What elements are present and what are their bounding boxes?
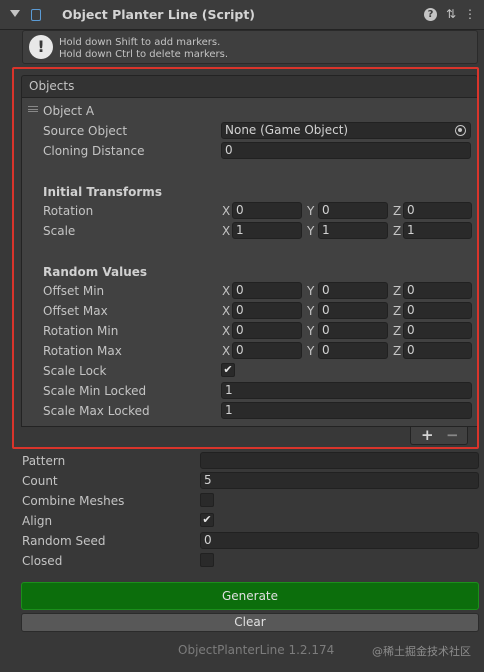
kebab-menu-icon[interactable]: ⋮ — [463, 7, 477, 21]
help-text-ctrl: Hold down Ctrl to delete markers. — [59, 49, 229, 60]
component-header: Object Planter Line (Script) ? ⇅ ⋮ — [0, 0, 484, 30]
closed-label: Closed — [22, 554, 63, 568]
pattern-field[interactable] — [200, 452, 479, 469]
pattern-label: Pattern — [22, 454, 66, 468]
generate-button[interactable]: Generate — [21, 582, 479, 610]
info-helpbox: ! Hold down Shift to add markers. Hold d… — [22, 30, 478, 64]
count-label: Count — [22, 474, 58, 488]
highlight-outline — [12, 67, 479, 449]
help-icon[interactable]: ? — [424, 8, 437, 21]
checkmark-icon: ✔ — [202, 513, 212, 526]
version-label: ObjectPlanterLine 1.2.174 — [178, 643, 335, 657]
random-seed-label: Random Seed — [22, 534, 106, 548]
clear-button[interactable]: Clear — [21, 613, 479, 632]
component-title: Object Planter Line (Script) — [62, 7, 256, 22]
foldout-arrow-icon[interactable] — [10, 10, 20, 17]
closed-checkbox[interactable] — [200, 553, 214, 567]
combine-meshes-checkbox[interactable] — [200, 493, 214, 507]
align-checkbox[interactable]: ✔ — [200, 513, 214, 527]
script-icon — [31, 9, 41, 21]
combine-meshes-label: Combine Meshes — [22, 494, 125, 508]
info-icon: ! — [29, 35, 53, 59]
presets-icon[interactable]: ⇅ — [444, 7, 458, 21]
random-seed-field[interactable]: 0 — [200, 532, 479, 549]
align-label: Align — [22, 514, 53, 528]
help-text-shift: Hold down Shift to add markers. — [59, 37, 221, 48]
count-field[interactable]: 5 — [200, 472, 479, 489]
watermark-text: @稀土掘金技术社区 — [372, 645, 471, 658]
